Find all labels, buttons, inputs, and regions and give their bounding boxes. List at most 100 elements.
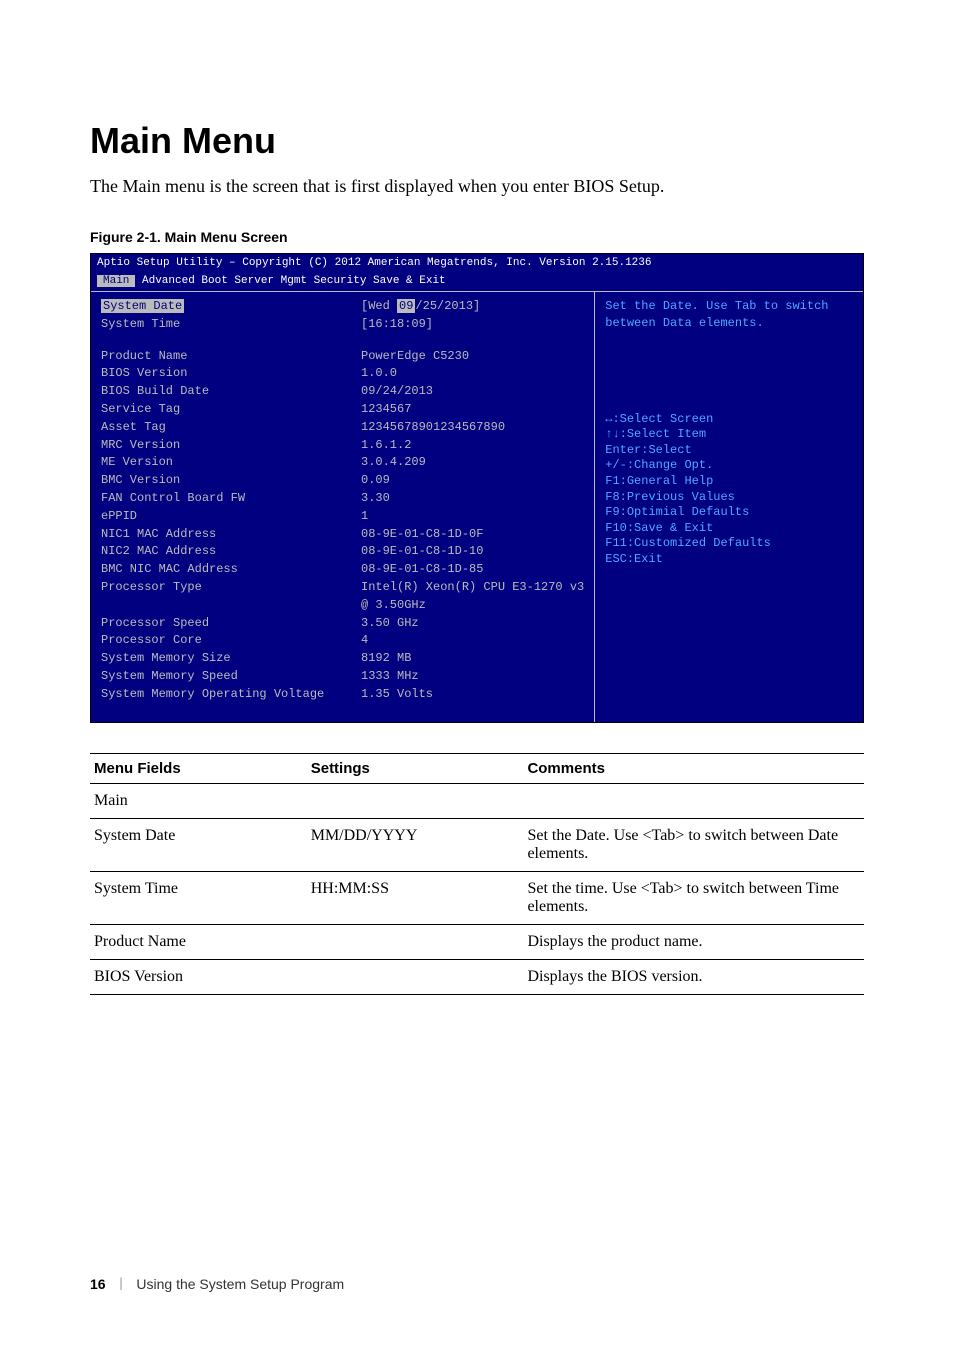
table-cell: BIOS Version — [90, 959, 307, 994]
bios-tabs-other: Advanced Boot Server Mgmt Security Save … — [135, 275, 445, 287]
bios-field-value: 08-9E-01-C8-1D-10 — [361, 543, 584, 560]
bios-screenshot: Aptio Setup Utility – Copyright (C) 2012… — [90, 253, 864, 723]
bios-fields-panel: System Date[Wed 09/25/2013]System Time[1… — [91, 292, 595, 722]
bios-nav-item: F10:Save & Exit — [605, 521, 853, 537]
bios-menu-tabs: Main Advanced Boot Server Mgmt Security … — [91, 274, 863, 291]
table-cell — [307, 959, 524, 994]
bios-field-value: [16:18:09] — [361, 316, 584, 333]
bios-field-row: NIC1 MAC Address08-9E-01-C8-1D-0F — [101, 526, 584, 543]
bios-field-value: 1 — [361, 508, 584, 525]
fields-table: Menu Fields Settings Comments MainSystem… — [90, 753, 864, 995]
bios-field-row: System Time[16:18:09] — [101, 316, 584, 333]
bios-field-row: BMC Version0.09 — [101, 472, 584, 489]
table-cell — [523, 783, 864, 818]
bios-field-row: BMC NIC MAC Address08-9E-01-C8-1D-85 — [101, 561, 584, 578]
bios-field-value: 08-9E-01-C8-1D-0F — [361, 526, 584, 543]
bios-field-value: 12345678901234567890 — [361, 419, 584, 436]
bios-field-value: 1333 MHz — [361, 668, 584, 685]
bios-field-label: BIOS Version — [101, 365, 361, 382]
bios-field-label: MRC Version — [101, 437, 361, 454]
bios-field-row: MRC Version1.6.1.2 — [101, 437, 584, 454]
table-header-settings: Settings — [307, 753, 524, 783]
bios-nav-item: Enter:Select — [605, 443, 853, 459]
bios-help-text: Set the Date. Use Tab to switch between … — [605, 298, 853, 332]
bios-nav-item: F1:General Help — [605, 474, 853, 490]
bios-field-label: Product Name — [101, 348, 361, 365]
table-cell: Displays the product name. — [523, 924, 864, 959]
bios-field-value: 8192 MB — [361, 650, 584, 667]
figure-caption: Figure 2-1. Main Menu Screen — [90, 229, 864, 245]
bios-nav-item: F11:Customized Defaults — [605, 536, 853, 552]
bios-field-row: Asset Tag12345678901234567890 — [101, 419, 584, 436]
bios-field-label: NIC1 MAC Address — [101, 526, 361, 543]
bios-field-value: 1.0.0 — [361, 365, 584, 382]
bios-field-row: System Memory Operating Voltage1.35 Volt… — [101, 686, 584, 703]
footer-separator: | — [120, 1276, 123, 1292]
bios-nav-keys: ↔:Select Screen↑↓:Select ItemEnter:Selec… — [605, 412, 853, 568]
page-number: 16 — [90, 1276, 106, 1292]
table-cell — [307, 783, 524, 818]
bios-field-label: Processor Type — [101, 579, 361, 596]
bios-field-value: [Wed 09/25/2013] — [361, 298, 584, 315]
bios-field-label — [101, 597, 361, 614]
table-cell: Displays the BIOS version. — [523, 959, 864, 994]
intro-paragraph: The Main menu is the screen that is firs… — [90, 174, 864, 199]
bios-field-value: 3.0.4.209 — [361, 454, 584, 471]
bios-nav-item: ESC:Exit — [605, 552, 853, 568]
bios-field-label: Processor Speed — [101, 615, 361, 632]
table-cell: HH:MM:SS — [307, 871, 524, 924]
bios-tab-main: Main — [97, 275, 135, 287]
bios-nav-item: F9:Optimial Defaults — [605, 505, 853, 521]
bios-help-panel: Set the Date. Use Tab to switch between … — [595, 292, 863, 722]
bios-field-row: Processor Core4 — [101, 632, 584, 649]
bios-title-bar: Aptio Setup Utility – Copyright (C) 2012… — [91, 254, 863, 273]
bios-field-row: Product NamePowerEdge C5230 — [101, 348, 584, 365]
bios-field-label: System Memory Size — [101, 650, 361, 667]
table-row: BIOS Version Displays the BIOS version. — [90, 959, 864, 994]
bios-field-label: System Memory Operating Voltage — [101, 686, 361, 703]
bios-field-row: FAN Control Board FW3.30 — [101, 490, 584, 507]
bios-field-row: System Date[Wed 09/25/2013] — [101, 298, 584, 315]
bios-field-label: System Date — [101, 298, 361, 315]
bios-field-row: System Memory Size8192 MB — [101, 650, 584, 667]
bios-field-value: 4 — [361, 632, 584, 649]
bios-field-row: ME Version3.0.4.209 — [101, 454, 584, 471]
table-row: Main — [90, 783, 864, 818]
bios-field-label: BMC Version — [101, 472, 361, 489]
table-row: Product Name Displays the product name. — [90, 924, 864, 959]
bios-field-row: BIOS Version1.0.0 — [101, 365, 584, 382]
bios-field-value: PowerEdge C5230 — [361, 348, 584, 365]
table-cell: Set the Date. Use <Tab> to switch betwee… — [523, 818, 864, 871]
bios-field-row: System Memory Speed1333 MHz — [101, 668, 584, 685]
bios-field-value: 09/24/2013 — [361, 383, 584, 400]
table-header-menu-fields: Menu Fields — [90, 753, 307, 783]
page-footer: 16 | Using the System Setup Program — [90, 1276, 344, 1292]
bios-nav-item: F8:Previous Values — [605, 490, 853, 506]
bios-field-label: ME Version — [101, 454, 361, 471]
bios-nav-item: +/-:Change Opt. — [605, 458, 853, 474]
bios-field-label: BMC NIC MAC Address — [101, 561, 361, 578]
bios-field-label: System Memory Speed — [101, 668, 361, 685]
bios-field-row: Processor TypeIntel(R) Xeon(R) CPU E3-12… — [101, 579, 584, 596]
table-cell: Set the time. Use <Tab> to switch betwee… — [523, 871, 864, 924]
bios-field-value: 1.35 Volts — [361, 686, 584, 703]
bios-field-label: System Time — [101, 316, 361, 333]
bios-field-value: 08-9E-01-C8-1D-85 — [361, 561, 584, 578]
bios-field-row: @ 3.50GHz — [101, 597, 584, 614]
bios-field-label: BIOS Build Date — [101, 383, 361, 400]
bios-field-row: Service Tag1234567 — [101, 401, 584, 418]
bios-field-value: 1.6.1.2 — [361, 437, 584, 454]
table-header-comments: Comments — [523, 753, 864, 783]
table-row: System DateMM/DD/YYYYSet the Date. Use <… — [90, 818, 864, 871]
table-cell: Product Name — [90, 924, 307, 959]
bios-field-value: @ 3.50GHz — [361, 597, 584, 614]
bios-field-label: NIC2 MAC Address — [101, 543, 361, 560]
bios-field-value: Intel(R) Xeon(R) CPU E3-1270 v3 — [361, 579, 584, 596]
bios-nav-item: ↔:Select Screen — [605, 412, 853, 428]
table-cell: Main — [90, 783, 307, 818]
table-row: System TimeHH:MM:SSSet the time. Use <Ta… — [90, 871, 864, 924]
bios-field-label: ePPID — [101, 508, 361, 525]
bios-field-label: Processor Core — [101, 632, 361, 649]
bios-field-label: Service Tag — [101, 401, 361, 418]
bios-field-value: 1234567 — [361, 401, 584, 418]
